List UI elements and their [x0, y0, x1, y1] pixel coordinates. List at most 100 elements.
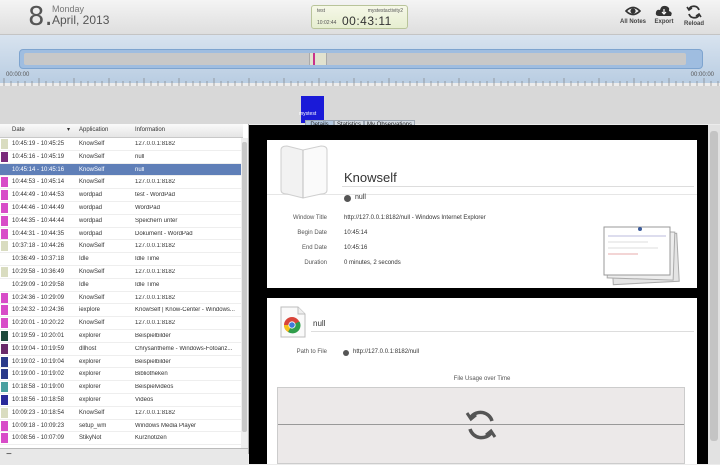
table-row[interactable]: 10:09:23 - 10:18:54 KnowSelf 127.0.0.1:818… — [0, 407, 241, 420]
table-row[interactable]: 10:29:58 - 10:36:49 KnowSelf 127.0.0.1:818… — [0, 266, 241, 279]
row-date: 10:19:02 - 10:19:04 — [12, 358, 65, 365]
table-row[interactable]: 10:19:59 - 10:20:01 explorer Beispielbilde… — [0, 330, 241, 343]
all-notes-label: All Notes — [619, 19, 646, 25]
path-to-file-label: Path to File — [296, 349, 327, 355]
window-title-value: http://127.0.0.1:8182/null - Windows Int… — [344, 215, 486, 221]
table-row[interactable]: 10:19:00 - 10:19:02 explorer Bibliotheken — [0, 368, 241, 382]
row-application: KnowSelf — [79, 268, 105, 275]
sort-desc-icon[interactable]: ▾ — [67, 126, 70, 133]
application-name: Knowself — [344, 170, 397, 185]
row-information: 127.0.0.1:8182 — [135, 141, 176, 147]
activity-block[interactable] — [301, 96, 324, 123]
table-row[interactable]: 10:19:04 - 10:19:59 dllhost Chrysantheme -… — [0, 343, 241, 356]
row-information: Speichern unter — [135, 217, 178, 224]
row-date: 10:08:56 - 10:07:09 — [12, 435, 65, 442]
row-application: wordpad — [79, 192, 103, 199]
row-date: 10:20:01 - 10:20:22 — [12, 320, 65, 327]
row-information: Chrysantheme - Windows-Fotoanz... — [135, 345, 233, 352]
table-row[interactable]: 10:37:18 - 10:44:26 KnowSelf 127.0.0.1:818… — [0, 240, 241, 254]
row-application: KnowSelf — [79, 294, 105, 301]
table-row[interactable]: 10:18:58 - 10:19:00 explorer Beispielvideo… — [0, 381, 241, 394]
row-application: KnowSelf — [79, 243, 105, 250]
row-color-swatch — [1, 190, 8, 201]
reload-button[interactable]: Reload — [678, 4, 710, 32]
row-application: wordpad — [79, 204, 103, 211]
row-color-swatch — [1, 433, 8, 444]
table-row[interactable]: 10:44:31 - 10:44:35 wordpad Dokument - Wor… — [0, 228, 241, 241]
table-row[interactable]: 10:45:19 - 10:45:25 KnowSelf 127.0.0.1:818… — [0, 138, 241, 151]
row-information: 127.0.0.1:8182 — [135, 320, 176, 327]
table-row[interactable]: 10:19:02 - 10:19:04 explorer Beispielbilde… — [0, 356, 241, 369]
row-information: 127.0.0.1:8182 — [135, 179, 176, 186]
list-header: Date ▾ Application Information — [0, 124, 243, 138]
row-information: Beispielvideos — [135, 384, 174, 391]
row-information: Kurznotizen — [135, 435, 167, 442]
table-row[interactable]: 10:24:32 - 10:24:36 iexplore KnowSelf | Kn… — [0, 304, 241, 318]
row-date: 10:44:31 - 10:44:35 — [12, 230, 65, 237]
row-color-swatch — [1, 215, 8, 226]
row-application: explorer — [79, 332, 101, 339]
file-name: null — [313, 319, 326, 328]
table-row[interactable]: 10:20:01 - 10:20:22 KnowSelf 127.0.0.1:818… — [0, 317, 241, 330]
row-color-swatch — [1, 318, 8, 329]
row-date: 10:44:49 - 10:44:53 — [12, 192, 65, 199]
loading-spinner-icon — [465, 410, 497, 440]
row-color-swatch — [1, 343, 8, 354]
timeline-visible-window[interactable] — [309, 53, 327, 65]
row-information: Videos — [135, 396, 154, 403]
timer-clock: 10:02:44 — [317, 20, 337, 26]
details-scrollbar-thumb[interactable] — [710, 131, 718, 441]
row-application: StikyNot — [79, 435, 102, 442]
row-color-swatch — [1, 330, 8, 341]
row-application: iexplore — [79, 307, 101, 314]
list-scrollbar[interactable] — [241, 138, 248, 448]
list-scrollbar-thumb[interactable] — [242, 142, 247, 432]
row-information: null — [135, 166, 145, 173]
export-button[interactable]: Export — [648, 4, 680, 32]
table-row[interactable]: 10:44:46 - 10:44:49 wordpad WordPad — [0, 202, 241, 215]
begin-date-label: Begin Date — [297, 230, 327, 236]
table-row[interactable]: 10:18:56 - 10:18:58 explorer Videos — [0, 394, 241, 407]
column-header-application[interactable]: Application — [79, 127, 108, 133]
row-information: test - WordPad — [135, 192, 175, 199]
row-application: wordpad — [79, 217, 103, 224]
row-color-swatch — [1, 407, 8, 418]
table-row[interactable]: 10:36:49 - 10:37:18 Idle Idle Time — [0, 253, 241, 266]
file-usage-title: File Usage over Time — [453, 376, 511, 382]
timeline-track[interactable] — [24, 53, 686, 65]
activity-list: 10:45:19 - 10:45:25 KnowSelf 127.0.0.1:818… — [0, 138, 241, 446]
row-date: 10:44:53 - 10:45:14 — [12, 179, 65, 186]
table-row[interactable]: 10:29:09 - 10:29:58 Idle Idle Time — [0, 279, 241, 292]
row-date: 10:19:04 - 10:19:59 — [12, 345, 65, 352]
row-information: Idle Time — [135, 256, 160, 263]
details-scrollbar[interactable] — [708, 125, 720, 464]
row-date: 10:19:59 - 10:20:01 — [12, 332, 65, 339]
row-application: KnowSelf — [79, 179, 105, 186]
table-row[interactable]: 10:44:35 - 10:44:44 wordpad Speichern unte… — [0, 215, 241, 228]
column-header-information[interactable]: Information — [135, 127, 165, 133]
begin-date-value: 10:45:14 — [344, 230, 368, 236]
row-color-swatch — [1, 164, 8, 175]
table-row[interactable]: 10:09:18 - 10:09:23 setup_wm Windows Media… — [0, 420, 241, 433]
table-row[interactable]: 10:44:53 - 10:45:14 KnowSelf 127.0.0.1:818… — [0, 176, 241, 190]
screenshot-thumbnails[interactable] — [602, 225, 682, 287]
remove-button[interactable]: − — [6, 449, 12, 460]
timeline-scrollbar[interactable] — [19, 49, 703, 69]
table-row[interactable]: 10:45:14 - 10:45:16 KnowSelf null — [0, 163, 241, 177]
activity-timer[interactable]: test mystestactivity2 10:02:44 00:43:11 — [311, 5, 408, 29]
table-row[interactable]: 10:45:16 - 10:45:19 KnowSelf null — [0, 151, 241, 164]
table-row[interactable]: 10:44:49 - 10:44:53 wordpad test - WordPad — [0, 189, 241, 202]
eye-icon — [625, 6, 641, 16]
column-header-date[interactable]: Date — [12, 127, 25, 133]
row-color-swatch — [1, 241, 8, 252]
table-row[interactable]: 10:24:36 - 10:29:09 KnowSelf 127.0.0.1:818… — [0, 292, 241, 305]
table-row[interactable]: 10:08:56 - 10:07:09 StikyNot Kurznotizen — [0, 432, 241, 446]
row-color-swatch — [1, 228, 8, 239]
row-information: 127.0.0.1:8182 — [135, 294, 176, 301]
all-notes-button[interactable]: All Notes — [617, 4, 649, 32]
row-information: Dokument - WordPad — [135, 230, 193, 237]
path-to-file-value: http://127.0.0.1:8182/null — [353, 349, 420, 355]
end-date-label: End Date — [301, 245, 327, 251]
timer-elapsed: 00:43:11 — [342, 14, 392, 28]
row-information: null — [135, 153, 145, 160]
